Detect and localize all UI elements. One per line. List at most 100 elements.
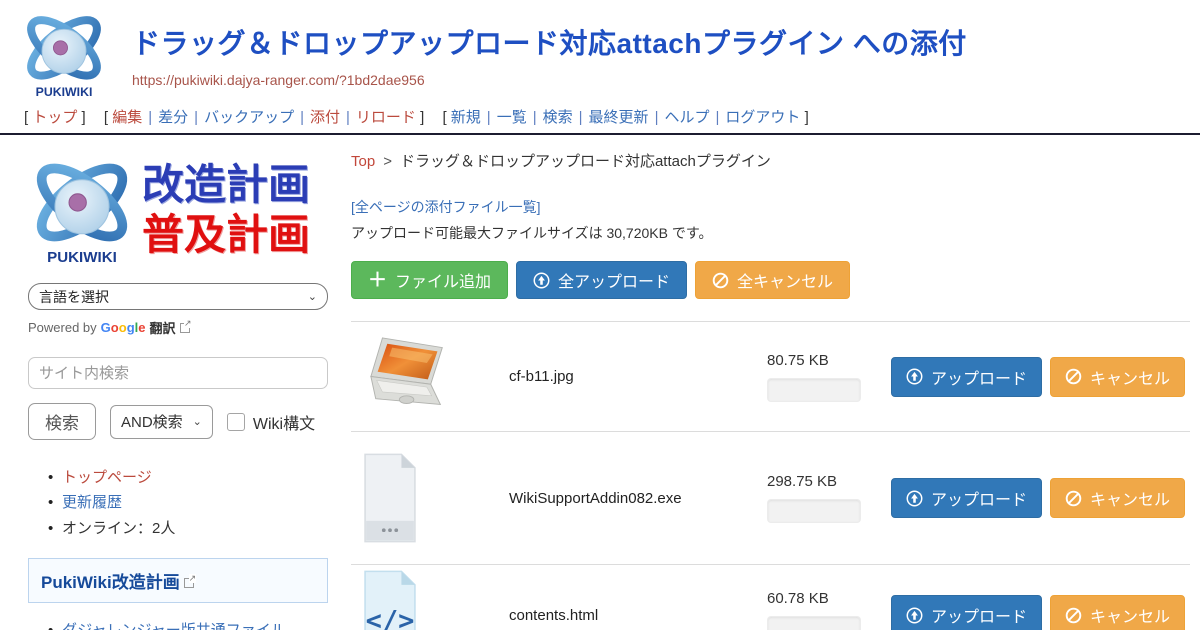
breadcrumb: Top>ドラッグ＆ドロップアップロード対応attachプラグイン [351, 150, 1190, 171]
nav-item-top[interactable]: トップ [32, 109, 77, 126]
sidebar: PUKIWIKI 改造計画 普及計画 言語を選択 ⌄ Powered by Go… [0, 135, 345, 630]
file-row: cf-b11.jpg 80.75 KB アップロード キャンセル [351, 322, 1190, 432]
upload-toolbar: ＋ ファイル追加 全アップロード 全キャンセル [351, 261, 1190, 299]
bracket: ] [800, 109, 808, 126]
upload-all-button[interactable]: 全アップロード [516, 261, 687, 299]
bracket: ] [416, 109, 424, 126]
main-content: Top>ドラッグ＆ドロップアップロード対応attachプラグイン [全ページの添… [345, 135, 1200, 630]
language-select[interactable]: 言語を選択 ⌄ [28, 283, 328, 310]
cancel-label: キャンセル [1090, 603, 1170, 627]
breadcrumb-home-link[interactable]: Top [351, 153, 375, 170]
ban-icon [712, 272, 729, 289]
wiki-syntax-checkbox[interactable] [227, 413, 245, 431]
all-attachments-link[interactable]: [全ページの添付ファイル一覧] [351, 197, 541, 217]
svg-text:</>: </> [366, 606, 415, 630]
sidebar-banner[interactable]: PUKIWIKI 改造計画 普及計画 [28, 151, 331, 269]
pipe: | [579, 109, 583, 126]
search-button[interactable]: 検索 [28, 403, 96, 440]
nav-item-help[interactable]: ヘルプ [664, 109, 709, 126]
search-mode-select[interactable]: AND検索 ⌄ [110, 405, 213, 439]
nav-item-search[interactable]: 検索 [543, 109, 573, 126]
language-select-value: 言語を選択 [39, 287, 109, 307]
nav-item-logout[interactable]: ログアウト [725, 109, 800, 126]
upload-button[interactable]: アップロード [891, 357, 1042, 397]
upload-label: アップロード [931, 486, 1027, 510]
external-link-icon [184, 578, 194, 588]
nav-item-new[interactable]: 新規 [451, 109, 481, 126]
nav-item-attach[interactable]: 添付 [310, 109, 340, 126]
search-mode-value: AND検索 [121, 411, 183, 432]
bracket: ] [77, 109, 85, 126]
upload-progress-bar [767, 378, 861, 402]
nav-item-diff[interactable]: 差分 [158, 109, 188, 126]
file-size: 298.75 KB [767, 473, 879, 490]
generic-file-icon [363, 452, 417, 544]
file-name: contents.html [509, 607, 767, 624]
nav-item-backup[interactable]: バックアップ [204, 109, 294, 126]
upload-progress-bar [767, 616, 861, 630]
ban-icon [1065, 490, 1082, 507]
list-item: ダジャレンジャー版共通ファイル [48, 619, 331, 630]
max-filesize-text: アップロード可能最大ファイルサイズは 30,720KB です。 [351, 223, 1190, 243]
breadcrumb-current: ドラッグ＆ドロップアップロード対応attachプラグイン [400, 153, 771, 170]
nav-item-list[interactable]: 一覧 [497, 109, 527, 126]
pipe: | [346, 109, 350, 126]
nav-item-recent[interactable]: 最終更新 [589, 109, 649, 126]
file-size: 80.75 KB [767, 352, 879, 369]
upload-progress-bar [767, 499, 861, 523]
upload-label: アップロード [931, 603, 1027, 627]
ban-icon [1065, 607, 1082, 624]
chevron-down-icon: ⌄ [193, 415, 202, 428]
file-row: WikiSupportAddin082.exe 298.75 KB アップロード… [351, 432, 1190, 565]
powered-by-label: Powered by [28, 320, 97, 335]
sidebar-item-toppage[interactable]: トップページ [62, 469, 152, 486]
cancel-all-button[interactable]: 全キャンセル [695, 261, 850, 299]
nav-item-edit[interactable]: 編集 [112, 109, 142, 126]
upload-all-label: 全アップロード [558, 268, 670, 292]
pipe: | [533, 109, 537, 126]
pipe: | [487, 109, 491, 126]
pipe: | [715, 109, 719, 126]
bracket: [ [104, 109, 112, 126]
pipe: | [655, 109, 659, 126]
upload-circle-icon [906, 607, 923, 624]
cancel-label: キャンセル [1090, 365, 1170, 389]
upload-button[interactable]: アップロード [891, 478, 1042, 518]
cancel-button[interactable]: キャンセル [1050, 357, 1185, 397]
ban-icon [1065, 368, 1082, 385]
sidebar-links-secondary: ダジャレンジャー版共通ファイル PukiWiki本体改造 PukiWikiテキス… [48, 619, 331, 630]
banner-text-kaizo: 改造計画 [142, 160, 310, 210]
sidebar-item-common-files[interactable]: ダジャレンジャー版共通ファイル [62, 622, 286, 630]
banner-text-fukyu: 普及計画 [142, 210, 310, 260]
list-item: 更新履歴 [48, 491, 331, 514]
cancel-button[interactable]: キャンセル [1050, 595, 1185, 630]
add-file-button[interactable]: ＋ ファイル追加 [351, 261, 508, 299]
cancel-button[interactable]: キャンセル [1050, 478, 1185, 518]
upload-circle-icon [906, 490, 923, 507]
file-name: WikiSupportAddin082.exe [509, 490, 767, 507]
wiki-syntax-label: Wiki構文 [253, 410, 315, 434]
sidebar-section-header[interactable]: PukiWiki改造計画 [28, 558, 328, 603]
file-name: cf-b11.jpg [509, 368, 767, 385]
file-row: </> contents.html 60.78 KB アップロード キャンセル [351, 565, 1190, 630]
external-link-icon [180, 323, 190, 333]
chevron-down-icon: ⌄ [308, 290, 317, 303]
sidebar-item-history[interactable]: 更新履歴 [62, 494, 122, 511]
site-search-input[interactable] [28, 357, 328, 389]
bracket: [ [442, 109, 450, 126]
google-translate-attribution: Powered by Google 翻訳 [28, 318, 331, 337]
translate-label[interactable]: 翻訳 [150, 318, 176, 337]
nav-item-reload[interactable]: リロード [356, 109, 416, 126]
page-url-link[interactable]: https://pukiwiki.dajya-ranger.com/?1bd2d… [132, 72, 967, 88]
pipe: | [194, 109, 198, 126]
pukiwiki-logo-icon: PUKIWIKI [28, 151, 136, 269]
upload-button[interactable]: アップロード [891, 595, 1042, 630]
pukiwiki-logo-icon[interactable]: PUKIWIKI [20, 8, 108, 100]
cancel-all-label: 全キャンセル [737, 268, 833, 292]
add-file-label: ファイル追加 [395, 268, 491, 292]
sidebar-section-link[interactable]: PukiWiki改造計画 [41, 573, 180, 592]
upload-circle-icon [533, 272, 550, 289]
pipe: | [148, 109, 152, 126]
sidebar-links-primary: トップページ 更新履歴 オンライン：2人 [48, 466, 331, 540]
pukiwiki-logo-text: PUKIWIKI [36, 85, 93, 99]
